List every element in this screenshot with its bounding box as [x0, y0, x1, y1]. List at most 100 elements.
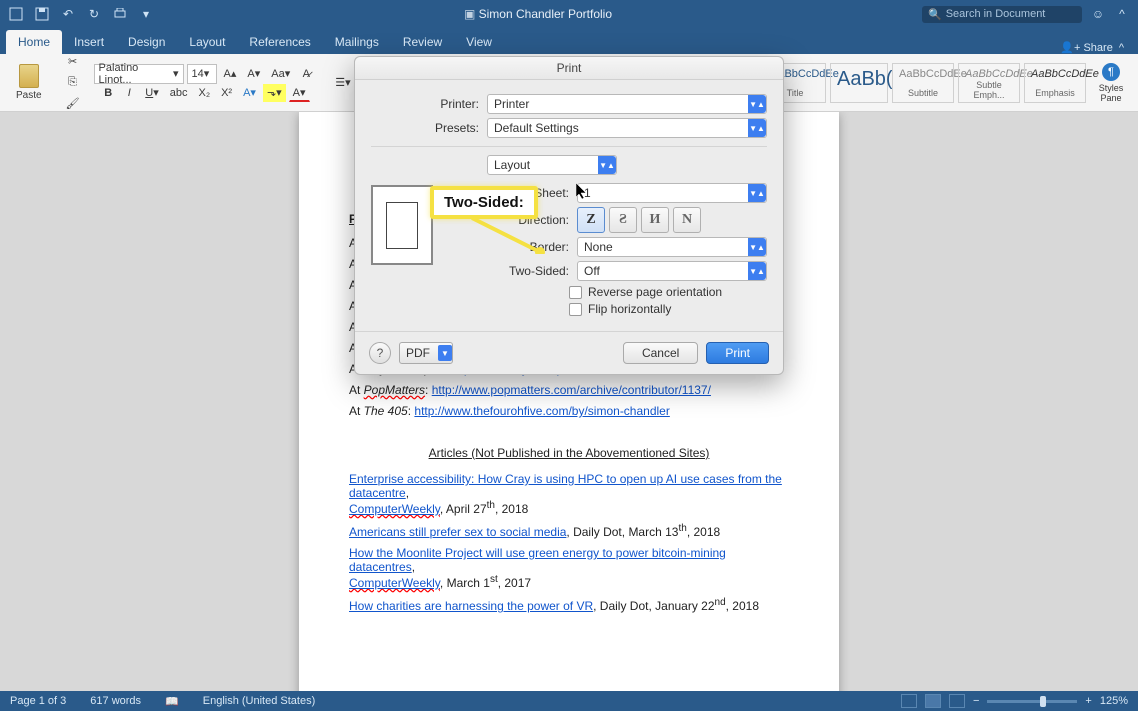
presets-select[interactable]: Default Settings▼▲ — [487, 118, 767, 138]
tab-view[interactable]: View — [454, 30, 504, 54]
tab-mailings[interactable]: Mailings — [323, 30, 391, 54]
flip-horizontally-label: Flip horizontally — [588, 302, 671, 316]
direction-n-button[interactable]: И — [641, 207, 669, 233]
document-link[interactable]: http://www.thefourohfive.com/by/simon-ch… — [414, 404, 669, 418]
ribbon-tabs: Home Insert Design Layout References Mai… — [0, 28, 1138, 54]
search-icon: 🔍 — [928, 8, 942, 21]
highlight-button[interactable]: ⬎▾ — [263, 84, 286, 102]
grow-font-button[interactable]: A▴ — [220, 65, 241, 83]
article-line: How the Moonlite Project will use green … — [349, 546, 789, 590]
zoom-slider[interactable] — [987, 700, 1077, 703]
tab-home[interactable]: Home — [6, 30, 62, 54]
presets-label: Presets: — [371, 121, 487, 135]
style-subtitle[interactable]: AaBbCcDdEeSubtitle — [892, 63, 954, 103]
text-effects-button[interactable]: A▾ — [239, 84, 260, 102]
article-link[interactable]: Americans still prefer sex to social med… — [349, 525, 566, 539]
quick-access-toolbar: ↶ ↻ ▾ ▣ Simon Chandler Portfolio 🔍 Searc… — [0, 0, 1138, 28]
zoom-in-button[interactable]: + — [1085, 695, 1091, 707]
more-icon[interactable]: ▾ — [138, 6, 154, 22]
change-case-button[interactable]: Aa▾ — [267, 65, 294, 83]
collapse-ribbon-icon[interactable]: ^ — [1119, 42, 1124, 54]
clear-format-button[interactable]: A̷ — [297, 65, 315, 83]
tab-review[interactable]: Review — [391, 30, 454, 54]
print-dialog: Print Printer: Printer▼▲ Presets: Defaul… — [354, 56, 784, 375]
tab-layout[interactable]: Layout — [177, 30, 237, 54]
web-layout-icon[interactable] — [949, 694, 965, 708]
article-link[interactable]: Enterprise accessibility: How Cray is us… — [349, 472, 782, 500]
two-sided-select[interactable]: Off▼▲ — [577, 261, 767, 281]
tab-design[interactable]: Design — [116, 30, 177, 54]
direction-s-button[interactable]: Ƨ — [609, 207, 637, 233]
language-status[interactable]: English (United States) — [203, 695, 316, 707]
superscript-button[interactable]: X² — [217, 84, 236, 102]
copy-icon[interactable]: ⎘ — [62, 74, 84, 92]
subscript-button[interactable]: X₂ — [194, 84, 214, 102]
article-link[interactable]: How charities are harnessing the power o… — [349, 599, 593, 613]
underline-button[interactable]: U▾ — [141, 84, 162, 102]
word-count[interactable]: 617 words — [90, 695, 141, 707]
document-line: At PopMatters: http://www.popmatters.com… — [349, 383, 789, 397]
tab-references[interactable]: References — [237, 30, 322, 54]
font-size-select[interactable]: 14 ▾ — [187, 64, 217, 84]
border-select[interactable]: None▼▲ — [577, 237, 767, 257]
print-layout-icon[interactable] — [925, 694, 941, 708]
pages-per-sheet-select[interactable]: 1▼▲ — [577, 183, 767, 203]
direction-n2-button[interactable]: N — [673, 207, 701, 233]
style-heading[interactable]: AaBb( — [830, 63, 888, 103]
print-button[interactable]: Print — [706, 342, 769, 364]
bullets-button[interactable]: ☰▾ — [331, 74, 354, 92]
printer-select[interactable]: Printer▼▲ — [487, 94, 767, 114]
annotation-callout: Two-Sided: — [430, 186, 538, 219]
border-label: Border: — [445, 240, 577, 254]
tab-insert[interactable]: Insert — [62, 30, 116, 54]
strikethrough-button[interactable]: abc — [166, 84, 192, 102]
reverse-orientation-label: Reverse page orientation — [588, 285, 722, 299]
redo-icon[interactable]: ↻ — [86, 6, 102, 22]
help-button[interactable]: ? — [369, 342, 391, 364]
search-input[interactable]: 🔍 Search in Document — [922, 6, 1082, 23]
dialog-title: Print — [355, 57, 783, 80]
window-title: ▣ Simon Chandler Portfolio — [154, 7, 922, 21]
layout-preview — [371, 185, 433, 265]
two-sided-label: Two-Sided: — [445, 264, 577, 278]
cut-icon[interactable]: ✂ — [62, 53, 84, 71]
cancel-button[interactable]: Cancel — [623, 342, 698, 364]
font-color-button[interactable]: A▾ — [289, 84, 310, 102]
article-line: How charities are harnessing the power o… — [349, 597, 789, 613]
style-subtle-emphasis[interactable]: AaBbCcDdEeSubtle Emph... — [958, 63, 1020, 103]
clipboard-icon — [19, 64, 39, 88]
print-section-select[interactable]: Layout▼▲ — [487, 155, 617, 175]
layout-direction-group: Z Ƨ И N — [577, 207, 701, 233]
document-line: At The 405: http://www.thefourohfive.com… — [349, 404, 789, 418]
flip-horizontally-checkbox[interactable] — [569, 303, 582, 316]
ribbon-toggle-icon[interactable]: ^ — [1114, 6, 1130, 22]
paste-button[interactable]: Paste — [6, 64, 52, 101]
italic-button[interactable]: I — [120, 84, 138, 102]
bold-button[interactable]: B — [99, 84, 117, 102]
status-bar: Page 1 of 3 617 words 📖 English (United … — [0, 691, 1138, 711]
account-icon[interactable]: ☺ — [1090, 6, 1106, 22]
printer-label: Printer: — [371, 97, 487, 111]
format-painter-icon[interactable]: 🖌 — [62, 95, 84, 113]
page-status[interactable]: Page 1 of 3 — [10, 695, 66, 707]
font-name-select[interactable]: Palatino Linot... ▾ — [94, 64, 184, 84]
article-link[interactable]: How the Moonlite Project will use green … — [349, 546, 726, 574]
pdf-button[interactable]: PDF▼ — [399, 342, 453, 364]
zoom-percent[interactable]: 125% — [1100, 695, 1128, 707]
spellcheck-icon[interactable]: 📖 — [165, 695, 179, 708]
document-link[interactable]: http://www.popmatters.com/archive/contri… — [432, 383, 711, 397]
share-button[interactable]: 👤+ Share — [1060, 41, 1113, 54]
direction-z-button[interactable]: Z — [577, 207, 605, 233]
undo-icon[interactable]: ↶ — [60, 6, 76, 22]
read-mode-icon[interactable] — [901, 694, 917, 708]
style-emphasis[interactable]: AaBbCcDdEeEmphasis — [1024, 63, 1086, 103]
article-line: Americans still prefer sex to social med… — [349, 523, 789, 539]
styles-pane-button[interactable]: ¶ Styles Pane — [1090, 63, 1132, 103]
shrink-font-button[interactable]: A▾ — [243, 65, 264, 83]
save-icon[interactable] — [34, 6, 50, 22]
article-line: Enterprise accessibility: How Cray is us… — [349, 472, 789, 516]
zoom-out-button[interactable]: − — [973, 695, 979, 707]
autosave-icon[interactable] — [8, 6, 24, 22]
reverse-orientation-checkbox[interactable] — [569, 286, 582, 299]
print-icon[interactable] — [112, 6, 128, 22]
